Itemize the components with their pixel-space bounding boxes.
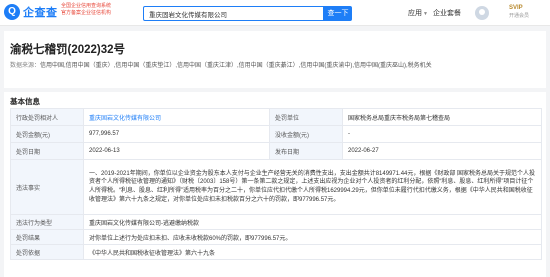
cell-value: 2022-06-13 — [83, 142, 270, 160]
search-input-value: 重庆固岩文化传媒有限公司 — [149, 12, 227, 19]
nav-enterprise-package[interactable]: 企业套餐 — [433, 8, 461, 18]
cell-value: - — [342, 125, 542, 143]
basic-info-table: 行政处罚相对人 重庆固岩文化传媒有限公司 处罚单位 国家税务总局重庆市税务局第七… — [10, 108, 542, 260]
table-row: 处罚依据 《中华人民共和国税收征收管理法》第六十九条 — [10, 244, 542, 260]
cell-label: 违法行为类型 — [10, 214, 84, 230]
search-button[interactable]: 查一下 — [324, 6, 352, 21]
cell-label: 处罚金额(元) — [10, 125, 84, 143]
vip-badge[interactable]: SVIP — [509, 4, 523, 12]
logo-icon: Q — [4, 4, 20, 20]
cell-label: 处罚依据 — [10, 244, 84, 260]
slogan-line-1: 全国企业信用查询系统 — [61, 3, 112, 9]
cell-value: 重庆固岩文化传媒有限公司-逃避缴纳税款 — [83, 214, 542, 230]
cell-label: 发布日期 — [269, 142, 343, 160]
cell-value: 977,996.57 — [83, 125, 270, 143]
data-source-label: 数据来源： — [10, 63, 41, 69]
table-row: 违法行为类型 重庆固岩文化传媒有限公司-逃避缴纳税款 — [10, 214, 542, 230]
table-row: 处罚金额(元) 977,996.57 没收金额(元) - — [10, 125, 542, 143]
nav-app-label: 应用 — [408, 10, 422, 17]
top-bar: Q 企查查 全国企业信用查询系统 官方备案企业征信机构 重庆固岩文化传媒有限公司… — [0, 0, 550, 26]
case-facts: 一、2019-2021年期间，你单位以企业资金为股东本人支付与企业生产经营无关的… — [83, 159, 542, 215]
cell-value: 《中华人民共和国税收征收管理法》第六十九条 — [83, 244, 542, 260]
logo[interactable]: Q 企查查 — [4, 4, 58, 20]
party-link[interactable]: 重庆固岩文化传媒有限公司 — [83, 108, 270, 126]
cell-label: 处罚日期 — [10, 142, 84, 160]
nav-app-menu[interactable]: 应用▼ — [408, 8, 428, 18]
page-title: 渝税七稽罚(2022)32号 — [10, 44, 126, 56]
cell-value: 2022-06-27 — [342, 142, 542, 160]
vip-open-link[interactable]: 开通会员 — [509, 12, 529, 19]
chevron-down-icon: ▼ — [423, 11, 428, 17]
slogan: 全国企业信用查询系统 官方备案企业征信机构 — [61, 3, 127, 17]
cell-label: 处罚结果 — [10, 229, 84, 245]
cell-value: 国家税务总局重庆市税务局第七稽查局 — [342, 108, 542, 126]
cell-label: 处罚单位 — [269, 108, 343, 126]
data-source: 数据来源：信用中国,信用中国（重庆）,信用中国（重庆垫江）,信用中国（重庆江津）… — [10, 60, 432, 69]
table-row: 违法事实 一、2019-2021年期间，你单位以企业资金为股东本人支付与企业生产… — [10, 159, 542, 215]
table-row: 行政处罚相对人 重庆固岩文化传媒有限公司 处罚单位 国家税务总局重庆市税务局第七… — [10, 108, 542, 126]
section-title: 基本信息 — [10, 97, 40, 106]
search-input[interactable]: 重庆固岩文化传媒有限公司 — [143, 6, 324, 21]
cell-label: 行政处罚相对人 — [10, 108, 84, 126]
cell-label: 没收金额(元) — [269, 125, 343, 143]
avatar[interactable] — [475, 6, 489, 20]
table-row: 处罚日期 2022-06-13 发布日期 2022-06-27 — [10, 142, 542, 160]
data-source-value: 信用中国,信用中国（重庆）,信用中国（重庆垫江）,信用中国（重庆江津）,信用中国… — [40, 63, 432, 69]
slogan-line-2: 官方备案企业征信机构 — [61, 10, 112, 16]
logo-text: 企查查 — [23, 7, 58, 19]
table-row: 处罚结果 对你单位上述行为处应扣未扣、应收未收税款60%的罚款，即977996.… — [10, 229, 542, 245]
cell-value: 对你单位上述行为处应扣未扣、应收未收税款60%的罚款，即977996.57元。 — [83, 229, 542, 245]
cell-label: 违法事实 — [10, 159, 84, 215]
